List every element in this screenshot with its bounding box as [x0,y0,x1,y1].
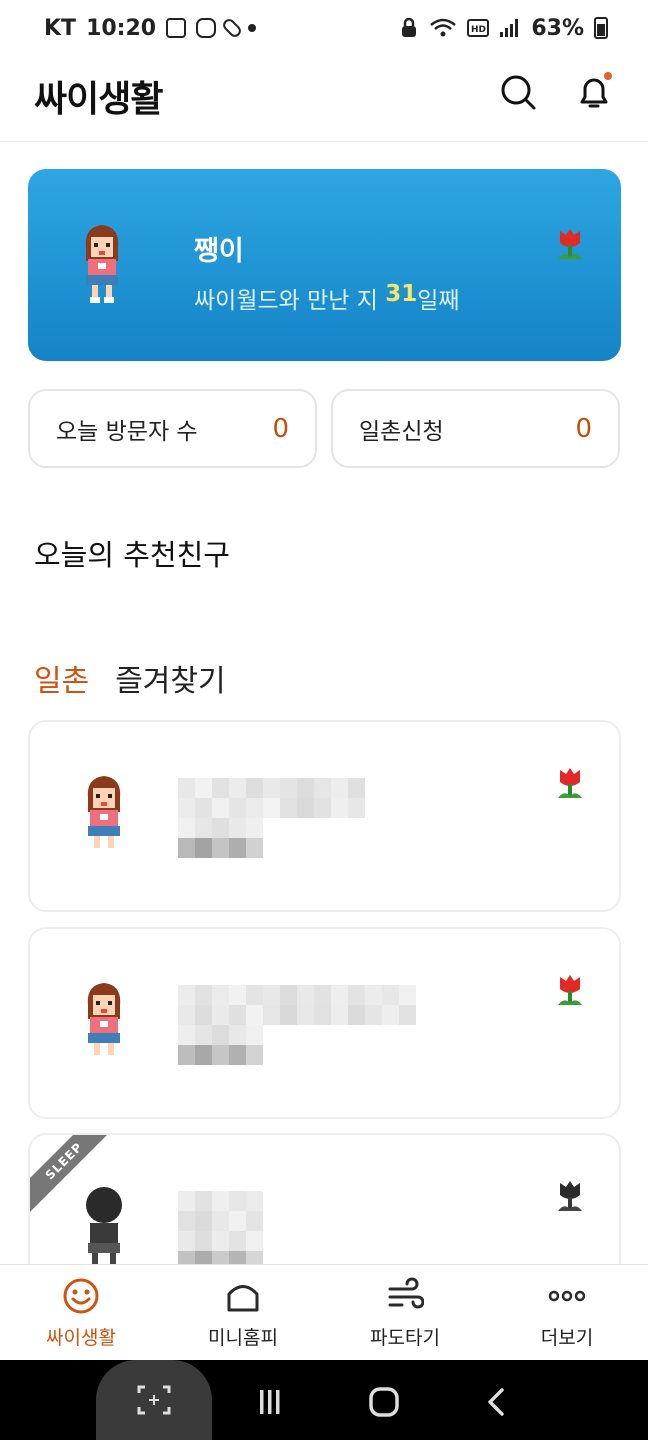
hd-icon: HD [467,19,490,37]
battery-percent: 63% [531,15,584,41]
status-bar: KT 10:20 HD 63% [0,0,648,56]
rose-icon [558,229,582,259]
rose-button[interactable] [554,1179,586,1221]
signal-icon [500,19,519,37]
nav-minihompy[interactable]: 미니홈피 [162,1265,324,1361]
nav-wave-label: 파도타기 [370,1326,440,1349]
capture-icon [137,1385,171,1415]
gallery-icon [166,18,187,38]
smile-icon [63,1278,99,1313]
recommend-title: 오늘의 추천친구 [34,538,230,572]
wave-icon [388,1277,424,1308]
nav-more[interactable]: 더보기 [486,1265,648,1361]
friend-avatar [82,979,126,1067]
svg-text:HD: HD [471,25,486,35]
status-left: KT 10:20 [44,15,257,41]
friend-card[interactable] [28,720,621,912]
days-suffix: 일째 [417,288,460,314]
friend-tabs: 일촌 즐겨찾기 [34,656,226,700]
tab-favorites[interactable]: 즐겨찾기 [115,656,225,700]
recent-apps-icon [260,1390,280,1414]
bell-icon [580,72,612,108]
black-rose-icon [558,1181,582,1211]
more-dots-icon [548,1290,586,1301]
back-chevron-icon [488,1388,504,1416]
carrier-label: KT [44,15,77,41]
visitors-value: 0 [272,413,289,444]
home-square-icon [369,1387,399,1417]
clock: 10:20 [86,15,157,41]
visitors-label: 오늘 방문자 수 [56,418,198,445]
ilchon-request-label: 일촌신청 [359,418,444,445]
nav-cylife[interactable]: 싸이생활 [0,1265,162,1361]
nav-cylife-label: 싸이생활 [46,1326,116,1349]
notification-button[interactable] [574,72,614,112]
blurred-friend-info [178,985,418,1065]
days-prefix: 싸이월드와 만난 지 [194,288,386,314]
nav-more-label: 더보기 [540,1326,594,1349]
status-right: HD 63% [399,16,608,41]
blurred-friend-info [178,778,418,858]
screenshot-button[interactable] [96,1360,212,1440]
profile-days-text: 싸이월드와 만난 지 31 일째 [194,281,460,315]
nav-wave[interactable]: 파도타기 [324,1265,486,1361]
page-title: 싸이생활 [34,79,163,120]
nav-minihompy-label: 미니홈피 [208,1326,278,1349]
minime-avatar-icon [85,225,119,303]
visitors-stat-card[interactable]: 오늘 방문자 수 0 [28,389,317,468]
friend-avatar [82,1185,126,1273]
avatar [80,221,124,309]
search-icon [501,75,536,110]
wifi-icon [430,18,457,37]
rose-button[interactable] [554,766,586,808]
lock-icon [402,17,417,37]
rose-button[interactable] [554,973,586,1015]
days-count: 31 [385,281,418,307]
minime-avatar-icon [87,776,121,854]
tab-ilchon[interactable]: 일촌 [34,656,89,700]
rose-button[interactable] [554,227,586,269]
ilchon-request-card[interactable]: 일촌신청 0 [331,389,620,468]
blurred-friend-info [178,1191,418,1271]
pill-icon [220,16,244,40]
ilchon-request-value: 0 [575,413,592,444]
system-nav-bar [0,1360,648,1440]
instagram-icon [196,18,217,38]
sleeping-avatar-icon [86,1187,122,1267]
friend-card[interactable] [28,927,621,1119]
home-icon [227,1284,259,1311]
profile-name: 쨍이 [194,236,244,267]
friend-avatar [82,772,126,860]
recent-apps-button[interactable] [250,1382,290,1422]
profile-card[interactable]: 쨍이 싸이월드와 만난 지 31 일째 [28,169,621,361]
rose-icon [558,975,582,1005]
notification-dot-icon [248,24,257,32]
back-button[interactable] [476,1382,516,1422]
home-system-button[interactable] [364,1382,404,1422]
bottom-nav: 싸이생활 미니홈피 파도타기 더보기 [0,1264,648,1360]
search-button[interactable] [498,72,538,112]
battery-icon [594,17,608,39]
app-header: 싸이생활 [0,56,648,142]
rose-icon [558,768,582,798]
minime-avatar-icon [87,983,121,1061]
